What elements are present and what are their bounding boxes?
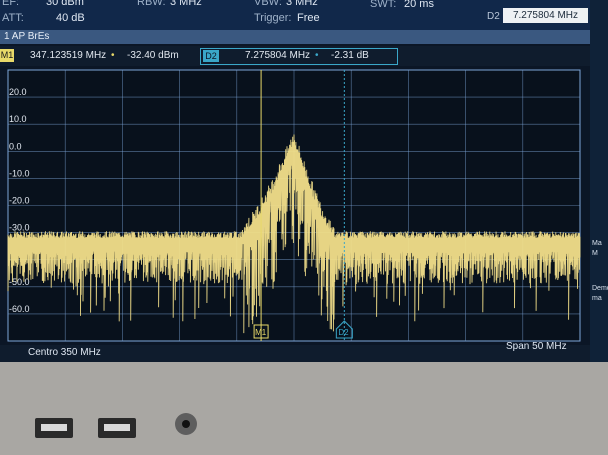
softkey-item[interactable]: Demo (592, 285, 608, 292)
y-tick-label: -10.0 (9, 168, 30, 178)
d2-tag[interactable]: D2 (203, 50, 219, 62)
m1-frequency: 347.123519 MHz (30, 50, 107, 61)
y-tick-label: 20.0 (9, 87, 27, 97)
ref-level-label: EF: (2, 0, 20, 8)
y-tick-label: 10.0 (9, 114, 27, 124)
d2-dot: • (315, 50, 319, 61)
d2-header-label: D2 (487, 11, 500, 22)
trace-mode-label: 1 AP BrEs (4, 31, 50, 42)
trace-info-bar: 1 AP BrEs (0, 30, 590, 44)
softkey-item[interactable]: M (592, 250, 608, 257)
softkey-item[interactable]: ma (592, 295, 608, 302)
trigger-label: Trigger: (254, 12, 292, 24)
m1-dot: • (111, 50, 115, 61)
usb-port[interactable] (98, 418, 136, 438)
vbw-label: VBW: (254, 0, 282, 8)
trigger-value[interactable]: Free (297, 12, 320, 24)
y-tick-label: 0.0 (9, 141, 22, 151)
attenuation-label: ATT: (2, 12, 24, 24)
softkey-panel: Ma M Demo ma (590, 0, 608, 362)
span-label: Span 50 MHz (506, 341, 567, 352)
usb-port[interactable] (35, 418, 73, 438)
m1-level: -32.40 dBm (127, 50, 179, 61)
d2-marker-label: D2 (338, 328, 349, 337)
ref-level-value[interactable]: 30 dBm (46, 0, 84, 8)
sweep-time-value[interactable]: 20 ms (404, 0, 434, 10)
m1-tag[interactable]: M1 (0, 49, 14, 62)
audio-jack[interactable] (175, 413, 197, 435)
marker-readout-bar: M1 347.123519 MHz • -32.40 dBm D2 7.2758… (0, 46, 590, 66)
spectrum-plot[interactable]: 20.010.00.0-10.0-20.0-30.0-50.0-60.0M1 D2 (0, 68, 590, 345)
plot-footer: Centro 350 MHz Span 50 MHz (0, 341, 590, 362)
analyzer-screen: EF: 30 dBm ATT: 40 dB RBW: 3 MHz VBW: 3 … (0, 0, 590, 362)
d2-level: -2.31 dB (331, 50, 369, 61)
rbw-label: RBW: (137, 0, 166, 8)
instrument-bezel (0, 362, 608, 455)
y-tick-label: -60.0 (9, 304, 30, 314)
softkey-item[interactable]: Ma (592, 240, 608, 247)
vbw-value[interactable]: 3 MHz (286, 0, 318, 8)
y-tick-label: -30.0 (9, 223, 30, 233)
y-tick-label: -20.0 (9, 196, 30, 206)
m1-marker-label: M1 (255, 328, 267, 337)
sweep-time-label: SWT: (370, 0, 397, 10)
d2-value-field[interactable]: 7.275804 MHz (503, 8, 588, 23)
d2-frequency: 7.275804 MHz (245, 50, 311, 61)
d2-marker-panel[interactable]: D2 7.275804 MHz • -2.31 dB (200, 48, 398, 65)
center-frequency-label: Centro 350 MHz (28, 347, 101, 358)
rbw-value[interactable]: 3 MHz (170, 0, 202, 8)
attenuation-value[interactable]: 40 dB (56, 12, 85, 24)
settings-header: EF: 30 dBm ATT: 40 dB RBW: 3 MHz VBW: 3 … (0, 0, 590, 30)
